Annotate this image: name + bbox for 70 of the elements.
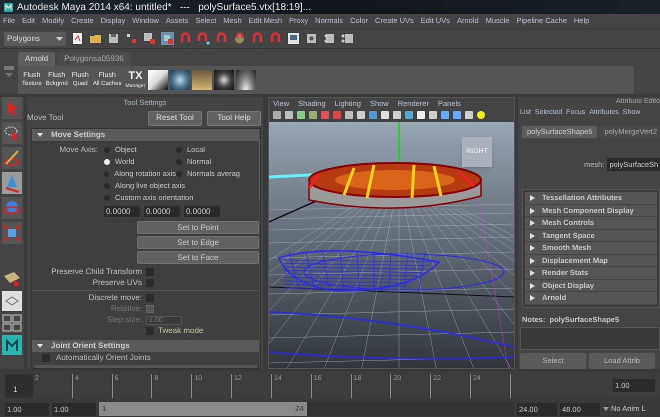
render-icon[interactable] <box>323 32 336 45</box>
panel-button[interactable]: Set to Face <box>137 251 259 264</box>
triangle-icon <box>37 132 43 138</box>
view-tool-icon[interactable] <box>392 110 402 120</box>
panel-button[interactable]: Tool Help <box>207 110 261 126</box>
view-tool-icon[interactable] <box>380 110 390 120</box>
light-icon[interactable] <box>476 110 486 120</box>
panel-button[interactable]: Set to Edge <box>137 236 259 249</box>
field-label: Move Axis: <box>58 144 99 156</box>
four-panel-layout-icon[interactable] <box>2 314 22 332</box>
panel-button[interactable]: Set to Point <box>137 221 259 234</box>
shelf-tab[interactable]: Arnold <box>18 52 56 66</box>
section-header[interactable]: Move Settings <box>32 129 259 141</box>
view-tool-icon[interactable] <box>356 110 366 120</box>
field-label: Step size: <box>106 314 143 326</box>
shelf-preview-icon[interactable] <box>214 70 234 90</box>
folder-icon[interactable] <box>89 32 102 45</box>
scroll-bar[interactable] <box>259 129 260 368</box>
checkbox-label: Preserve Child Transform <box>50 266 143 278</box>
3d-viewport-scene-drawing[interactable] <box>269 122 514 368</box>
brush-icon[interactable] <box>2 148 22 168</box>
view-tool-icon[interactable] <box>452 110 462 120</box>
number-field[interactable]: 0.0000 <box>104 206 140 217</box>
shelf-tab[interactable]: Polygonsa05936 <box>57 52 131 66</box>
scale-cube-icon[interactable] <box>2 223 22 243</box>
render-icon[interactable] <box>341 32 354 45</box>
view-tool-icon[interactable] <box>344 110 354 120</box>
mode-dropdown[interactable]: Polygons <box>4 32 66 46</box>
checkbox[interactable] <box>42 354 50 362</box>
view-tool-icon[interactable] <box>308 110 318 120</box>
checkbox-label: Automatically Orient Joints <box>56 352 151 364</box>
view-tool-icon[interactable] <box>296 110 306 120</box>
section-header[interactable]: Joint Orient Settings <box>32 340 259 352</box>
view-tool-icon[interactable] <box>464 110 474 120</box>
triangle-icon <box>37 343 43 349</box>
render-icon[interactable] <box>287 32 300 45</box>
view-tool-icon[interactable] <box>272 110 282 120</box>
checkbox-label: Tweak mode <box>157 325 204 337</box>
shelf-menu-icon[interactable] <box>4 66 14 78</box>
window-title: Autodesk Maya 2014 x64: untitled* --- polySurface5.vtx[18:19]... <box>17 0 312 14</box>
view-tool-icon[interactable] <box>284 110 294 120</box>
object-select-icon[interactable] <box>161 32 174 45</box>
app-logo-icon[interactable] <box>2 335 22 355</box>
number-field[interactable]: 0.0000 <box>184 206 220 217</box>
view-tool-icon[interactable] <box>416 110 426 120</box>
grid-layout-icon[interactable] <box>2 291 22 311</box>
grid-select-icon[interactable] <box>143 32 156 45</box>
view-tool-icon[interactable] <box>404 110 414 120</box>
caret-icon <box>603 406 609 412</box>
vertex-select-icon[interactable] <box>125 32 138 45</box>
checkbox-label: Preserve UVs <box>92 277 143 289</box>
document-icon[interactable] <box>71 32 84 45</box>
view-tool-icon[interactable] <box>440 110 450 120</box>
notes-field[interactable] <box>520 327 660 350</box>
checkbox-label: Discrete move: <box>88 292 143 304</box>
view-tool-icon[interactable] <box>428 110 438 120</box>
current-frame-field[interactable]: 1 <box>5 374 33 398</box>
app-logo-icon <box>4 2 13 12</box>
caret-icon <box>56 36 63 42</box>
shelf-preview-icon[interactable] <box>236 70 256 90</box>
magnet-icon[interactable] <box>197 32 210 45</box>
render-icon[interactable] <box>305 32 318 45</box>
tool-name: Move Tool <box>27 112 64 124</box>
save-icon[interactable] <box>107 32 120 45</box>
number-field[interactable]: 0.0000 <box>144 206 180 217</box>
shelf-preview-icon[interactable] <box>148 70 168 90</box>
panel-button[interactable]: Reset Tool <box>148 110 202 126</box>
checkbox-label: Relative: <box>110 303 143 315</box>
magnet-icon[interactable] <box>233 32 246 45</box>
shelf-preview-icon[interactable] <box>170 70 190 90</box>
